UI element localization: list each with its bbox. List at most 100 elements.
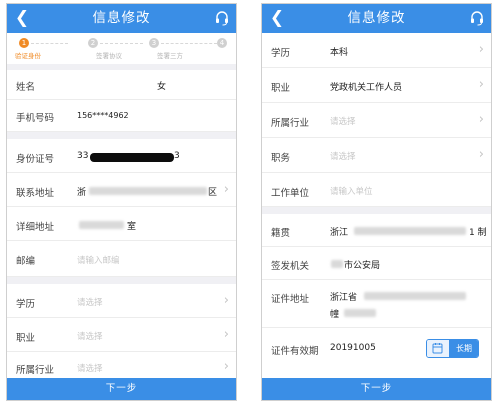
chevron-right-icon: › [478, 147, 484, 162]
job-value[interactable]: 党政机关工作人员 [330, 80, 402, 93]
gender-value: 女 [157, 82, 167, 92]
native-place-blur [354, 227, 466, 235]
form-row-phone[interactable]: 手机号码 156****4962 [7, 100, 236, 132]
cert-address-line2-start: 幢 [330, 310, 340, 320]
next-step-button[interactable]: 下一步 [7, 378, 236, 400]
page-title: 信息修改 [347, 10, 406, 26]
duty-label: 职务 [271, 153, 291, 164]
education-label: 学历 [16, 299, 36, 310]
form-row-validity[interactable]: 证件有效期 20191005 长期 [262, 328, 491, 370]
step-1-dot: 1 [19, 38, 29, 48]
workplace-input[interactable]: 请输入单位 [330, 185, 373, 197]
form-row-name[interactable]: 姓名 女 [7, 70, 236, 100]
customer-service-icon[interactable] [214, 10, 230, 26]
address-blur [89, 187, 207, 195]
form-row-contact-address[interactable]: 联系地址 浙 区 › [7, 173, 236, 207]
form-row-id-number[interactable]: 身份证号 33 3 [7, 139, 236, 173]
detail-address-label: 详细地址 [16, 222, 55, 233]
industry-select[interactable]: 请选择 [77, 362, 103, 374]
chevron-right-icon: › [223, 293, 229, 308]
chevron-right-icon: › [478, 112, 484, 127]
progress-steps: 1 验证身份 2 签署协议 3 签署三方 4 [7, 33, 236, 70]
id-number-suffix: 3 [174, 151, 180, 161]
step-2-label: 签署协议 [96, 52, 122, 60]
chevron-right-icon: › [223, 182, 229, 197]
long-term-option[interactable]: 长期 [450, 340, 478, 357]
education-select[interactable]: 请选择 [77, 296, 103, 308]
phone-label: 手机号码 [16, 113, 55, 124]
form-row-workplace[interactable]: 工作单位 请输入单位 [262, 173, 491, 207]
form-row-postcode[interactable]: 邮编 请输入邮编 [7, 241, 236, 277]
native-place-start: 浙江 [330, 228, 349, 238]
cert-address-blur-line2 [344, 309, 376, 317]
phone-value: 156****4962 [77, 111, 129, 120]
calendar-icon [432, 343, 443, 354]
issuer-blur [331, 260, 343, 268]
form-row-education[interactable]: 学历 本科 › [262, 33, 491, 68]
name-label: 姓名 [16, 82, 36, 93]
address-end: 区 [208, 188, 218, 198]
industry-select[interactable]: 请选择 [330, 115, 356, 127]
job-label: 职业 [16, 333, 36, 344]
section-gap [7, 277, 236, 284]
chevron-right-icon: › [223, 327, 229, 342]
form-row-issuing-authority[interactable]: 签发机关 市公安局 [262, 247, 491, 280]
workplace-label: 工作单位 [271, 188, 310, 199]
cert-address-blur-line1 [364, 292, 466, 300]
step-4-dot: 4 [217, 38, 227, 48]
industry-label: 所属行业 [271, 118, 310, 129]
section-gap [7, 132, 236, 139]
id-number-prefix: 33 [77, 151, 89, 161]
industry-label: 所属行业 [16, 365, 55, 376]
detail-address-blur [79, 221, 124, 229]
contact-address-label: 联系地址 [16, 188, 55, 199]
chevron-right-icon: › [478, 42, 484, 57]
form-row-cert-address[interactable]: 证件地址 浙江省 幢 [262, 280, 491, 328]
education-value[interactable]: 本科 [330, 45, 348, 58]
form-row-job[interactable]: 职业 请选择 › [7, 318, 236, 352]
validity-value[interactable]: 20191005 [330, 343, 376, 353]
duty-select[interactable]: 请选择 [330, 150, 356, 162]
page-title: 信息修改 [92, 10, 151, 26]
header-bar: ❮ 信息修改 [7, 4, 236, 33]
next-step-button[interactable]: 下一步 [262, 378, 491, 400]
form-row-education[interactable]: 学历 请选择 › [7, 284, 236, 318]
chevron-right-icon: › [478, 77, 484, 92]
form-row-job[interactable]: 职业 党政机关工作人员 › [262, 68, 491, 103]
cert-address-start: 浙江省 [330, 293, 358, 303]
step-3-dot: 3 [149, 38, 159, 48]
postcode-label: 邮编 [16, 256, 36, 267]
job-select[interactable]: 请选择 [77, 330, 103, 342]
chevron-right-icon: › [223, 359, 229, 374]
form-row-duty[interactable]: 职务 请选择 › [262, 138, 491, 173]
detail-address-end: 室 [127, 222, 137, 232]
validity-toggle[interactable]: 长期 [426, 339, 479, 358]
form-row-industry[interactable]: 所属行业 请选择 › [7, 352, 236, 380]
step-3-label: 签署三方 [157, 52, 183, 60]
id-number-label: 身份证号 [16, 154, 55, 165]
native-place-label: 籍贯 [271, 228, 291, 239]
step-connector [31, 43, 68, 44]
issuing-authority-value: 市公安局 [344, 261, 381, 271]
id-number-redaction [90, 153, 174, 162]
address-start: 浙 [77, 188, 87, 198]
native-place-end: 1 制 [469, 228, 487, 238]
screen-info-edit-step1: ❮ 信息修改 1 验证身份 2 签署协议 3 签署三方 4 姓名 女 手机号码 … [6, 3, 237, 401]
step-2-dot: 2 [88, 38, 98, 48]
validity-label: 证件有效期 [271, 346, 319, 357]
issuing-authority-label: 签发机关 [271, 261, 310, 272]
form-row-detail-address[interactable]: 详细地址 室 [7, 207, 236, 241]
step-connector [100, 43, 143, 44]
section-gap [262, 207, 491, 214]
cert-address-label: 证件地址 [271, 294, 310, 305]
customer-service-icon[interactable] [469, 10, 485, 26]
postcode-input[interactable]: 请输入邮编 [77, 254, 120, 266]
header-bar: ❮ 信息修改 [262, 4, 491, 33]
step-1-label: 验证身份 [15, 52, 41, 60]
education-label: 学历 [271, 48, 291, 59]
screen-info-edit-step2: ❮ 信息修改 学历 本科 › 职业 党政机关工作人员 › 所属行业 请选择 › … [261, 3, 492, 401]
form-row-native-place[interactable]: 籍贯 浙江 1 制 [262, 214, 491, 247]
form-row-industry[interactable]: 所属行业 请选择 › [262, 103, 491, 138]
calendar-icon-button[interactable] [427, 340, 450, 357]
job-label: 职业 [271, 83, 291, 94]
